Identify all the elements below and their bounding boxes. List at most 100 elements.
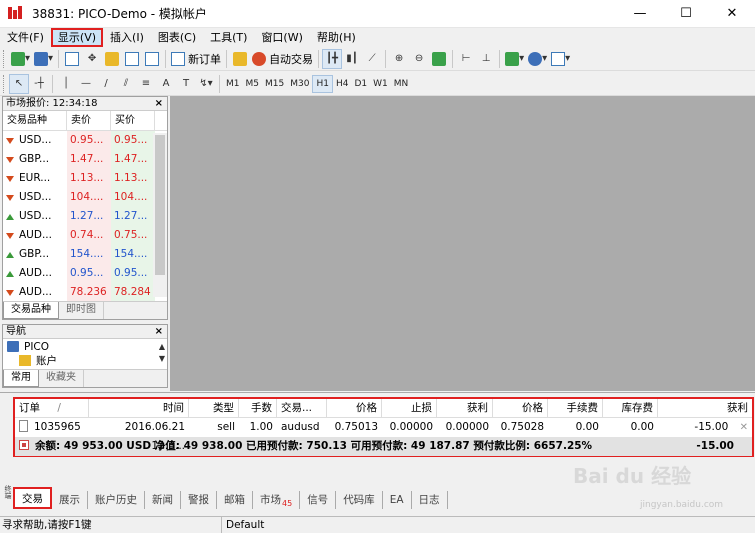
terminal-tab[interactable]: EA xyxy=(383,491,412,509)
chart-workspace[interactable] xyxy=(170,96,755,391)
tf-h4[interactable]: H4 xyxy=(333,75,352,93)
terminal-tab[interactable]: 交易 xyxy=(13,487,52,509)
close-button[interactable]: ✕ xyxy=(709,0,755,28)
text-button[interactable]: A xyxy=(156,74,176,94)
order-row[interactable]: 1035965 2016.06.21 12:3... sell 1.00 aud… xyxy=(15,418,752,452)
tf-h1[interactable]: H1 xyxy=(312,74,333,93)
menu-view[interactable]: 显示(V) xyxy=(50,28,104,47)
auto-scroll-button[interactable]: ⊢ xyxy=(456,49,476,69)
trendline-button[interactable]: / xyxy=(96,74,116,94)
templates-button[interactable]: ▾ xyxy=(549,49,572,69)
tf-w1[interactable]: W1 xyxy=(370,75,391,93)
candle-chart-button[interactable]: ▮┃ xyxy=(342,49,362,69)
fibonacci-button[interactable]: ≡ xyxy=(136,74,156,94)
market-watch-row[interactable]: EUR... 1.13... 1.13... xyxy=(3,169,167,188)
channel-button[interactable]: ⫽ xyxy=(116,74,136,94)
data-window-button[interactable]: ✥ xyxy=(82,49,102,69)
crosshair-button[interactable]: -┼ xyxy=(29,74,49,94)
terminal-tab[interactable]: 邮箱 xyxy=(217,491,253,509)
horizontal-line-button[interactable]: — xyxy=(76,74,96,94)
tf-m1[interactable]: M1 xyxy=(223,75,243,93)
tf-d1[interactable]: D1 xyxy=(351,75,370,93)
menu-file[interactable]: 文件(F) xyxy=(0,28,51,47)
col-price[interactable]: 价格 xyxy=(327,399,382,417)
terminal-tab[interactable]: 展示 xyxy=(52,491,88,509)
tf-m5[interactable]: M5 xyxy=(243,75,263,93)
menu-tools[interactable]: 工具(T) xyxy=(203,28,254,47)
col-ticket[interactable]: 订单 / xyxy=(15,399,89,417)
terminal-tab[interactable]: 新闻 xyxy=(145,491,181,509)
nav-accounts[interactable]: 账户 xyxy=(7,354,167,367)
zoom-out-button[interactable]: ⊖ xyxy=(409,49,429,69)
market-watch-scrollbar[interactable] xyxy=(153,133,167,297)
tf-m30[interactable]: M30 xyxy=(287,75,312,93)
cursor-button[interactable]: ↖ xyxy=(9,73,29,94)
col-bid[interactable]: 卖价 xyxy=(67,111,111,130)
bar-chart-button[interactable]: ┃╋ xyxy=(322,48,343,69)
menu-window[interactable]: 窗口(W) xyxy=(254,28,309,47)
terminal-tab[interactable]: 日志 xyxy=(412,491,448,509)
chart-shift-button[interactable]: ⊥ xyxy=(476,49,496,69)
tab-tick-chart[interactable]: 即时图 xyxy=(59,302,104,319)
menu-insert[interactable]: 插入(I) xyxy=(103,28,151,47)
tf-m15[interactable]: M15 xyxy=(262,75,287,93)
col-ask[interactable]: 买价 xyxy=(111,111,155,130)
periods-button[interactable]: ▾ xyxy=(526,49,549,69)
row-bid: 0.95... xyxy=(67,264,111,283)
col-size[interactable]: 手数 xyxy=(239,399,277,417)
market-watch-close-icon[interactable]: × xyxy=(155,97,163,110)
navigator-scroll-arrows[interactable]: ▲ ▼ xyxy=(159,341,165,365)
profiles-button[interactable]: ▾ xyxy=(32,49,55,69)
new-order-button[interactable]: 新订单 xyxy=(169,49,223,69)
col-swap[interactable]: 库存费 xyxy=(603,399,658,417)
terminal-tab[interactable]: 警报 xyxy=(181,491,217,509)
zoom-in-button[interactable]: ⊕ xyxy=(389,49,409,69)
tab-common[interactable]: 常用 xyxy=(3,370,39,387)
close-order-icon[interactable]: ✕ xyxy=(740,422,748,433)
vertical-line-button[interactable]: │ xyxy=(56,74,76,94)
line-chart-button[interactable]: ⟋ xyxy=(362,49,382,69)
menu-help[interactable]: 帮助(H) xyxy=(310,28,363,47)
col-sl[interactable]: 止损 xyxy=(382,399,437,417)
col-symbol-orders[interactable]: 交易... xyxy=(277,399,327,417)
tester-button[interactable] xyxy=(142,49,162,69)
terminal-tab[interactable]: 市场45 xyxy=(253,491,301,509)
new-chart-button[interactable]: ▾ xyxy=(9,49,32,69)
clock-icon xyxy=(528,51,543,66)
tf-mn[interactable]: MN xyxy=(391,75,412,93)
col-type[interactable]: 类型 xyxy=(189,399,239,417)
col-time[interactable]: 时间 xyxy=(89,399,189,417)
market-watch-row[interactable]: AUD... 78.236 78.284 xyxy=(3,283,167,302)
terminal-tab[interactable]: 代码库 xyxy=(336,491,383,509)
tab-favorites[interactable]: 收藏夹 xyxy=(39,370,84,387)
col-commission[interactable]: 手续费 xyxy=(548,399,603,417)
market-watch-row[interactable]: GBP... 154.... 154.... xyxy=(3,245,167,264)
tile-windows-button[interactable] xyxy=(429,49,449,69)
arrows-button[interactable]: ↯▾ xyxy=(196,74,216,94)
terminal-button[interactable] xyxy=(122,49,142,69)
col-profit[interactable]: 获利 xyxy=(658,399,752,417)
market-watch-row[interactable]: AUD... 0.95... 0.95... xyxy=(3,264,167,283)
indicators-button[interactable]: ▾ xyxy=(503,49,526,69)
col-current-price[interactable]: 价格 xyxy=(493,399,548,417)
market-watch-row[interactable]: USD... 1.27... 1.27... xyxy=(3,207,167,226)
market-watch-row[interactable]: USD... 104.... 104.... xyxy=(3,188,167,207)
metaeditor-button[interactable] xyxy=(230,49,250,69)
market-watch-button[interactable] xyxy=(62,49,82,69)
market-watch-row[interactable]: USD... 0.95... 0.95... xyxy=(3,131,167,150)
col-symbol[interactable]: 交易品种 xyxy=(3,111,67,130)
col-tp[interactable]: 获利 xyxy=(437,399,493,417)
navigator-close-icon[interactable]: × xyxy=(155,325,163,338)
tab-symbols[interactable]: 交易品种 xyxy=(3,302,59,319)
text-label-button[interactable]: T xyxy=(176,74,196,94)
menu-charts[interactable]: 图表(C) xyxy=(151,28,203,47)
auto-trading-button[interactable]: 自动交易 xyxy=(250,49,315,69)
market-watch-row[interactable]: AUD... 0.74... 0.75... xyxy=(3,226,167,245)
navigator-button[interactable] xyxy=(102,49,122,69)
terminal-tab[interactable]: 信号 xyxy=(300,491,337,509)
nav-root[interactable]: PICO xyxy=(7,339,167,354)
terminal-tab[interactable]: 账户历史 xyxy=(88,491,145,509)
maximize-button[interactable]: ☐ xyxy=(663,0,709,28)
market-watch-row[interactable]: GBP... 1.47... 1.47... xyxy=(3,150,167,169)
minimize-button[interactable]: — xyxy=(617,0,663,28)
